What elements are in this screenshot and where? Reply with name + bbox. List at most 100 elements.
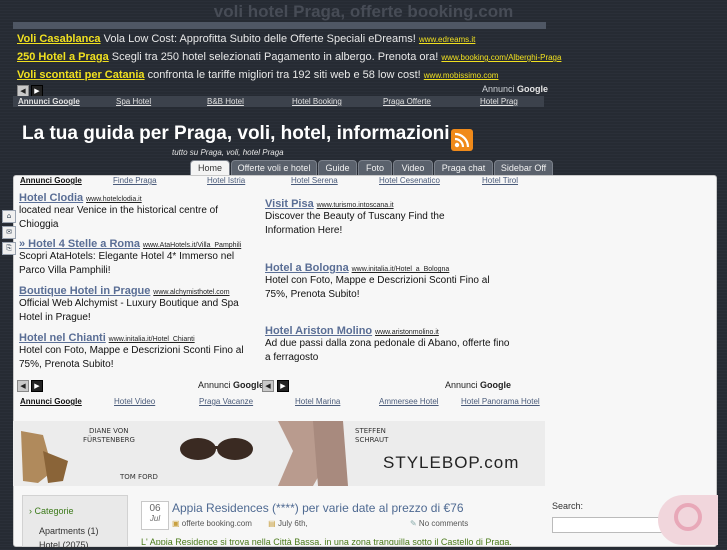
tab-home[interactable]: Home <box>190 160 230 176</box>
top-link[interactable]: Hotel Prag <box>480 97 518 106</box>
bar-link[interactable]: Hotel Serena <box>291 176 338 185</box>
mail-icon[interactable]: ✉ <box>2 226 16 239</box>
annunci-google-link[interactable]: Annunci Google <box>18 97 80 106</box>
bar-link[interactable]: Hotel Panorama Hotel <box>461 397 540 406</box>
top-ad-title[interactable]: Voli scontati per Catania <box>17 69 145 81</box>
ad-url[interactable]: www.initalia.it/Hotel_Chianti <box>109 336 195 343</box>
annunci-google-link[interactable]: Annunci Google <box>20 397 82 406</box>
annunci-text: Annunci <box>482 84 515 94</box>
post-excerpt: L' Appia Residence si trova nella Città … <box>141 537 512 545</box>
top-ad-text: Scegli tra 250 hotel selezionati Pagamen… <box>111 51 439 63</box>
tab-sidebar-off[interactable]: Sidebar Off <box>494 160 553 176</box>
prev-arrow-icon[interactable]: ◀ <box>262 380 274 392</box>
ad-title[interactable]: » Hotel 4 Stelle a Roma <box>19 238 140 250</box>
rss-icon[interactable] <box>451 129 473 151</box>
banner-brand: FÜRSTENBERG <box>83 436 135 444</box>
ad-url[interactable]: www.alchymisthotel.com <box>153 289 229 296</box>
top-link[interactable]: Spa Hotel <box>116 97 151 106</box>
ad-block[interactable]: Hotel Clodia www.hotelclodia.it located … <box>19 192 244 232</box>
bar-link[interactable]: Hotel Tirol <box>482 176 518 185</box>
home-icon[interactable]: ⌂ <box>2 210 16 223</box>
ad-title[interactable]: Hotel a Bologna <box>265 262 349 274</box>
top-ad[interactable]: Voli Casablanca Vola Low Cost: Approfitt… <box>17 33 475 45</box>
stylebop-banner[interactable]: DIANE VON FÜRSTENBERG TOM FORD STEFFEN S… <box>13 421 545 486</box>
tab-offerte[interactable]: Offerte voli e hotel <box>231 160 317 176</box>
top-ad-url[interactable]: www.mobissimo.com <box>424 71 499 80</box>
post-title[interactable]: Appia Residences (****) per varie date a… <box>172 501 464 515</box>
ad-title[interactable]: Visit Pisa <box>265 198 314 210</box>
top-link[interactable]: B&B Hotel <box>207 97 244 106</box>
google-ads-label: Annunci Google <box>198 380 264 390</box>
top-link[interactable]: Hotel Booking <box>292 97 342 106</box>
bookmark-icon[interactable]: ⎘ <box>2 242 16 255</box>
post-comments[interactable]: No comments <box>419 519 468 528</box>
folder-icon: ▣ <box>172 519 180 528</box>
ad-title[interactable]: Boutique Hotel in Prague <box>19 285 150 297</box>
ad-title[interactable]: Hotel Ariston Molino <box>265 325 372 337</box>
google-word: Google <box>480 380 512 390</box>
ad-url[interactable]: www.initalia.it/Hotel_a_Bologna <box>352 266 450 273</box>
bar-link[interactable]: Hotel Video <box>114 397 155 406</box>
tab-praga-chat[interactable]: Praga chat <box>434 160 493 176</box>
top-ad-title[interactable]: 250 Hotel a Praga <box>17 51 109 63</box>
bar-link[interactable]: Finde Praga <box>113 176 157 185</box>
top-ad-url[interactable]: www.booking.com/Alberghi-Praga <box>441 53 561 62</box>
bar-link[interactable]: Hotel Marina <box>295 397 340 406</box>
bar-link[interactable]: Ammersee Hotel <box>379 397 439 406</box>
post-category[interactable]: offerte booking.com <box>182 519 252 528</box>
ad-url[interactable]: www.hotelclodia.it <box>86 196 142 203</box>
ad-title[interactable]: Hotel Clodia <box>19 192 83 204</box>
ad-block[interactable]: Hotel a Bologna www.initalia.it/Hotel_a_… <box>265 262 505 302</box>
ad-block[interactable]: Boutique Hotel in Prague www.alchymistho… <box>19 285 251 325</box>
ad-url[interactable]: www.turismo.intoscana.it <box>317 202 394 209</box>
ad-url[interactable]: www.aristonmolino.it <box>375 329 439 336</box>
category-item[interactable]: Hotel (2075) <box>39 540 89 550</box>
ad-block[interactable]: Visit Pisa www.turismo.intoscana.it Disc… <box>265 198 475 238</box>
top-ad[interactable]: 250 Hotel a Praga Scegli tra 250 hotel s… <box>17 51 561 63</box>
comment-icon: ✎ <box>409 519 417 528</box>
tab-foto[interactable]: Foto <box>358 160 392 176</box>
top-ad[interactable]: Voli scontati per Catania confronta le t… <box>17 69 498 81</box>
google-ads-label: Annunci Google <box>445 380 511 390</box>
search-input[interactable] <box>552 517 668 533</box>
ad-block[interactable]: Hotel nel Chianti www.initalia.it/Hotel_… <box>19 332 255 372</box>
search-box: Search: <box>546 495 718 545</box>
categories-title: Categorie <box>34 506 74 516</box>
post-day: 06 <box>149 503 161 514</box>
annunci-google-link[interactable]: Annunci Google <box>20 176 82 185</box>
banner-brand: STEFFEN <box>355 427 386 435</box>
top-strip <box>13 22 546 29</box>
bar-link[interactable]: Hotel Istria <box>207 176 245 185</box>
categories-box: › Categorie Apartments (1) Hotel (2075) <box>22 495 128 550</box>
search-label: Search: <box>552 501 584 511</box>
ad-block[interactable]: » Hotel 4 Stelle a Roma www.AtaHotels.it… <box>19 238 251 278</box>
top-link-bar <box>13 96 544 107</box>
bar-link[interactable]: Praga Vacanze <box>199 397 253 406</box>
ad-block[interactable]: Hotel Ariston Molino www.aristonmolino.i… <box>265 325 510 365</box>
top-link[interactable]: Praga Offerte <box>383 97 431 106</box>
search-decoration <box>658 495 718 545</box>
top-ad-url[interactable]: www.edreams.it <box>419 35 475 44</box>
tab-video[interactable]: Video <box>393 160 433 176</box>
ad-text: Discover the Beauty of Tuscany Find the … <box>265 211 445 236</box>
calendar-icon: ▤ <box>268 519 276 528</box>
bar-link[interactable]: Hotel Cesenatico <box>379 176 440 185</box>
ad-title[interactable]: Hotel nel Chianti <box>19 332 106 344</box>
side-icons: ⌂ ✉ ⎘ <box>2 210 16 258</box>
tab-guide[interactable]: Guide <box>318 160 357 176</box>
site-title: voli hotel Praga, offerte booking.com <box>213 2 514 21</box>
prev-arrow-icon[interactable]: ◀ <box>17 380 29 392</box>
annunci-text: Annunci <box>198 380 231 390</box>
ad-url[interactable]: www.AtaHotels.it/Villa_Pamphili <box>143 242 241 249</box>
post-date: July 6th, <box>277 519 308 528</box>
next-arrow-icon[interactable]: ▶ <box>31 380 43 392</box>
top-ad-title[interactable]: Voli Casablanca <box>17 33 101 45</box>
google-word: Google <box>233 380 265 390</box>
category-item[interactable]: Apartments (1) <box>39 526 99 536</box>
banner-brand: TOM FORD <box>120 473 158 481</box>
next-arrow-icon[interactable]: ▶ <box>277 380 289 392</box>
page-title: La tua guida per Praga, voli, hotel, inf… <box>22 123 450 144</box>
ad-text: Hotel con Foto, Mappe e Descrizioni Scon… <box>19 345 244 370</box>
post-meta: ▣ offerte booking.com ▤ July 6th, ✎ No c… <box>172 519 468 528</box>
magnifier-icon[interactable] <box>674 503 702 531</box>
